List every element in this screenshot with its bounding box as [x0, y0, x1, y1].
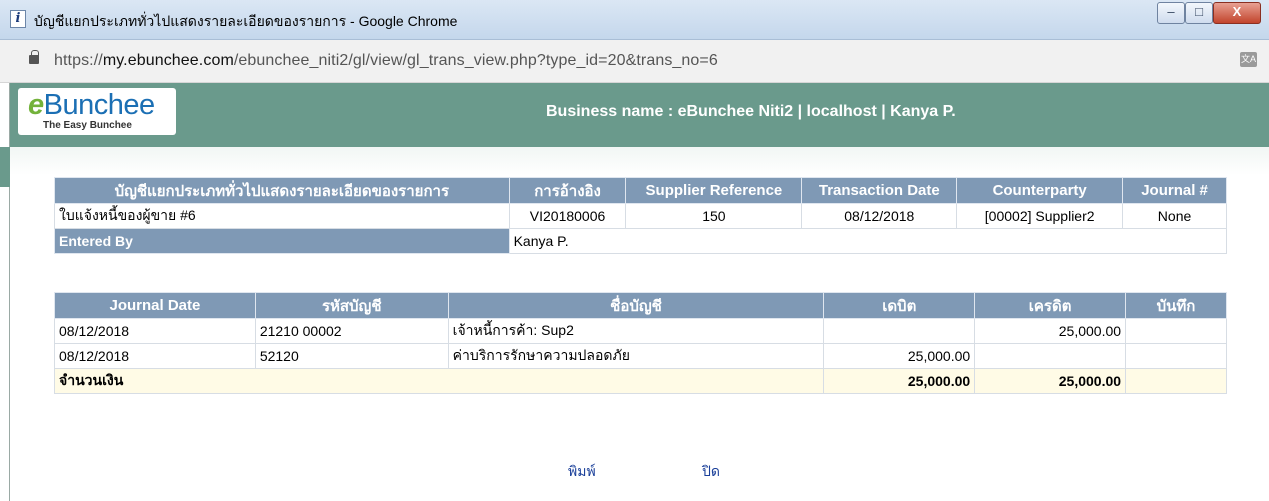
lock-icon[interactable]: [29, 50, 39, 64]
url-host: my.ebunchee.com: [102, 52, 234, 69]
logo-text: eBunchee: [28, 89, 155, 122]
supplier-reference-value: 150: [625, 203, 803, 229]
debit-amount: [823, 318, 976, 344]
transaction-date-value: 08/12/2018: [801, 203, 958, 229]
col-supplier-reference: Supplier Reference: [625, 177, 803, 204]
window-left-edge: [0, 83, 10, 501]
entered-by-value: Kanya P.: [508, 228, 1228, 254]
memo: [1125, 343, 1227, 369]
logo-tagline: The Easy Bunchee: [43, 120, 132, 131]
transaction-type: ใบแจ้งหนี้ของผู้ขาย #6: [54, 203, 510, 229]
col-memo: บันทึก: [1125, 292, 1227, 319]
col-account-name: ชื่อบัญชี: [447, 292, 825, 319]
journal-row: 08/12/2018 52120 ค่าบริการรักษาความปลอดภ…: [54, 343, 1227, 369]
summary-header-row: บัญชีแยกประเภททั่วไปแสดงรายละเอียดของราย…: [54, 177, 1227, 204]
counterparty-value: [00002] Supplier2: [956, 203, 1124, 229]
address-bar[interactable]: https://my.ebunchee.com/ebunchee_niti2/g…: [0, 40, 1269, 83]
summary-row: ใบแจ้งหนี้ของผู้ขาย #6 VI20180006 150 08…: [54, 203, 1227, 229]
debit-amount: 25,000.00: [823, 343, 976, 369]
journal-number-value: None: [1122, 203, 1227, 229]
url-text[interactable]: https://my.ebunchee.com/ebunchee_niti2/g…: [54, 52, 718, 70]
close-link[interactable]: ปิด: [702, 461, 720, 483]
entered-by-row: Entered By Kanya P.: [54, 228, 1228, 254]
col-reference: การอ้างอิง: [508, 177, 627, 204]
logo-e: e: [28, 89, 44, 121]
journal-date: 08/12/2018: [54, 318, 256, 344]
journal-date: 08/12/2018: [54, 343, 256, 369]
account-name: เจ้าหนี้การค้า: Sup2: [447, 318, 825, 344]
window-left-edge-band: [0, 147, 10, 187]
account-name: ค่าบริการรักษาความปลอดภัย: [447, 343, 825, 369]
credit-amount: [974, 343, 1127, 369]
col-account-code: รหัสบัญชี: [254, 292, 449, 319]
page-info-icon: i: [10, 10, 26, 28]
total-label: จำนวนเงิน: [53, 368, 825, 394]
entered-by-label: Entered By: [54, 228, 510, 254]
total-memo: [1125, 368, 1227, 394]
url-scheme: https://: [54, 52, 103, 69]
account-code: 52120: [254, 343, 449, 369]
business-name: Business name : eBunchee Niti2 | localho…: [546, 103, 956, 120]
maximize-button[interactable]: □: [1185, 2, 1213, 24]
window-title: บัญชีแยกประเภททั่วไปแสดงรายละเอียดของราย…: [34, 13, 458, 29]
url-path: /ebunchee_niti2/gl/view/gl_trans_view.ph…: [233, 52, 718, 69]
translate-icon[interactable]: 文A: [1240, 52, 1257, 67]
journal-row: 08/12/2018 21210 00002 เจ้าหนี้การค้า: S…: [54, 318, 1227, 344]
total-debit: 25,000.00: [823, 368, 976, 394]
credit-amount: 25,000.00: [974, 318, 1127, 344]
journal-header-row: Journal Date รหัสบัญชี ชื่อบัญชี เดบิต เ…: [54, 292, 1227, 319]
window-title-bar: i บัญชีแยกประเภททั่วไปแสดงรายละเอียดของร…: [0, 0, 1269, 40]
col-gl-detail: บัญชีแยกประเภททั่วไปแสดงรายละเอียดของราย…: [54, 177, 510, 204]
col-journal-date: Journal Date: [54, 292, 256, 319]
col-debit: เดบิต: [823, 292, 976, 319]
total-credit: 25,000.00: [974, 368, 1127, 394]
logo-word: Bunchee: [43, 89, 156, 121]
reference-value: VI20180006: [508, 203, 627, 229]
minimize-button[interactable]: –: [1157, 2, 1185, 24]
col-counterparty: Counterparty: [956, 177, 1124, 204]
col-journal-number: Journal #: [1122, 177, 1227, 204]
account-code: 21210 00002: [254, 318, 449, 344]
col-credit: เครดิต: [974, 292, 1127, 319]
memo: [1125, 318, 1227, 344]
ebunchee-logo[interactable]: eBunchee The Easy Bunchee: [18, 88, 176, 135]
total-row: จำนวนเงิน 25,000.00 25,000.00: [53, 368, 1227, 394]
print-link[interactable]: พิมพ์: [568, 461, 596, 483]
col-transaction-date: Transaction Date: [801, 177, 958, 204]
close-window-button[interactable]: X: [1213, 2, 1261, 24]
app-header: eBunchee The Easy Bunchee Business name …: [10, 83, 1269, 147]
transaction-summary-table: บัญชีแยกประเภททั่วไปแสดงรายละเอียดของราย…: [54, 177, 1228, 254]
journal-lines-table: Journal Date รหัสบัญชี ชื่อบัญชี เดบิต เ…: [53, 292, 1227, 394]
